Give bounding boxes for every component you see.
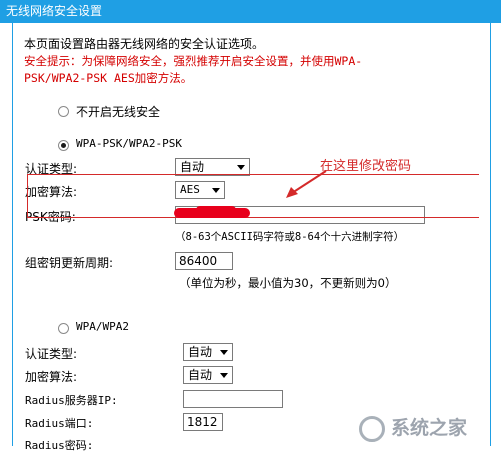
radio-wpa-psk[interactable] xyxy=(58,140,69,151)
wpa-encryption-label: 加密算法: xyxy=(25,370,78,384)
group-key-period-input[interactable]: 86400 xyxy=(175,252,233,270)
settings-panel: 本页面设置路由器无线网络的安全认证选项。 安全提示：为保障网络安全，强烈推荐开启… xyxy=(12,23,491,452)
radius-server-ip-input[interactable] xyxy=(183,390,283,408)
wpa-auth-type-select[interactable]: 自动 xyxy=(183,343,233,361)
radio-no-security-label: 不开启无线安全 xyxy=(76,105,161,119)
watermark: 系统之家 xyxy=(359,410,497,446)
group-key-period-value: 86400 xyxy=(179,254,218,268)
group-key-period-label: 组密钥更新周期: xyxy=(25,256,114,270)
radius-server-ip-label: Radius服务器IP: xyxy=(25,394,118,407)
radio-wpa[interactable] xyxy=(58,323,69,334)
chevron-down-icon xyxy=(237,165,245,170)
wpa-auth-type-value: 自动 xyxy=(188,345,213,359)
security-warning-line2: PSK/WPA2-PSK AES加密方法。 xyxy=(24,71,193,85)
annotation-text: 在这里修改密码 xyxy=(320,159,412,174)
page-description: 本页面设置路由器无线网络的安全认证选项。 xyxy=(24,37,265,51)
radius-port-label: Radius端口: xyxy=(25,417,94,430)
radio-no-security[interactable] xyxy=(58,106,69,117)
psk-auth-type-value: 自动 xyxy=(180,160,205,174)
psk-highlight-box xyxy=(27,174,479,218)
security-warning-line1: 安全提示：为保障网络安全，强烈推荐开启安全设置，并使用WPA- xyxy=(24,54,363,68)
redaction-scribble-top xyxy=(196,206,236,214)
watermark-logo-icon xyxy=(359,416,385,442)
watermark-text: 系统之家 xyxy=(391,417,468,439)
group-key-period-hint: （单位为秒，最小值为30，不更新则为0） xyxy=(179,276,397,290)
annotation-arrow-icon xyxy=(286,170,327,198)
wpa-auth-type-label: 认证类型: xyxy=(25,347,78,361)
wpa-encryption-select[interactable]: 自动 xyxy=(183,366,233,384)
wpa-encryption-value: 自动 xyxy=(188,368,213,382)
radio-wpa-label: WPA/WPA2 xyxy=(76,320,129,333)
chevron-down-icon xyxy=(220,350,228,355)
radius-port-input[interactable]: 1812 xyxy=(183,413,223,431)
radio-wpa-psk-label: WPA-PSK/WPA2-PSK xyxy=(76,137,182,150)
radius-port-value: 1812 xyxy=(187,415,218,429)
radius-password-label: Radius密码: xyxy=(25,439,94,452)
psk-password-hint: （8-63个ASCII码字符或8-64个十六进制字符） xyxy=(175,231,405,243)
chevron-down-icon xyxy=(220,373,228,378)
window-title: 无线网络安全设置 xyxy=(0,0,501,23)
